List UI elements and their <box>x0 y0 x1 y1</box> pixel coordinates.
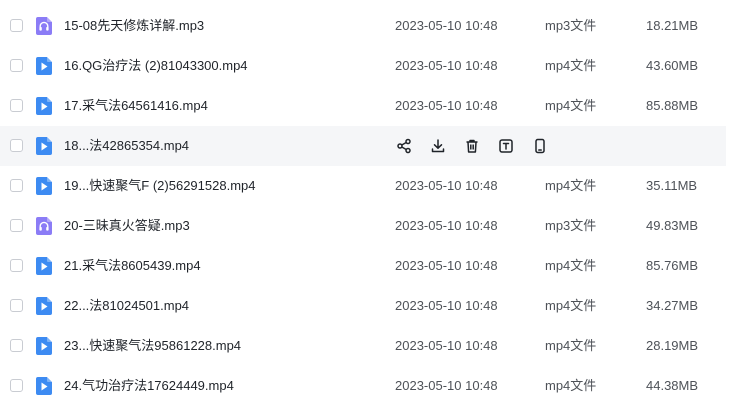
row-checkbox[interactable] <box>10 179 23 192</box>
video-file-icon <box>36 257 52 275</box>
file-date: 2023-05-10 10:48 <box>395 378 498 393</box>
file-name[interactable]: 18...法42865354.mp4 <box>64 138 189 154</box>
file-date: 2023-05-10 10:48 <box>395 58 498 73</box>
file-date: 2023-05-10 10:48 <box>395 218 498 233</box>
file-name[interactable]: 21.采气法8605439.mp4 <box>64 258 201 274</box>
file-date: 2023-05-10 10:48 <box>395 298 498 313</box>
file-row[interactable]: 17.采气法64561416.mp4 2023-05-10 10:48 mp4文件 8… <box>0 86 749 126</box>
file-row[interactable]: 21.采气法8605439.mp4 2023-05-10 10:48 mp4文件 85… <box>0 246 749 286</box>
file-date: 2023-05-10 10:48 <box>395 98 498 113</box>
file-size: 44.38MB <box>646 378 699 393</box>
row-checkbox[interactable] <box>10 19 23 32</box>
file-row[interactable]: 22...法81024501.mp4 2023-05-10 10:48 mp4文件 3… <box>0 286 749 326</box>
file-list: 15-08先天修炼详解.mp3 2023-05-10 10:48 mp3文件 18.2… <box>0 6 749 406</box>
file-size: 85.76MB <box>646 258 699 273</box>
row-checkbox[interactable] <box>10 299 23 312</box>
file-date: 2023-05-10 10:48 <box>395 18 498 33</box>
row-checkbox[interactable] <box>10 59 23 72</box>
file-type: mp4文件 <box>545 98 597 113</box>
file-type: mp4文件 <box>545 258 597 273</box>
file-type: mp4文件 <box>545 338 597 353</box>
file-name[interactable]: 20-三昧真火答疑.mp3 <box>64 218 190 234</box>
file-date: 2023-05-10 10:48 <box>395 178 498 193</box>
file-name[interactable]: 24.气功治疗法17624449.mp4 <box>64 378 234 394</box>
download-icon[interactable] <box>429 137 447 155</box>
file-name[interactable]: 15-08先天修炼详解.mp3 <box>64 18 204 34</box>
audio-file-icon <box>36 217 52 235</box>
file-type: mp3文件 <box>545 218 597 233</box>
mobile-icon[interactable] <box>531 137 549 155</box>
video-file-icon <box>36 97 52 115</box>
video-file-icon <box>36 177 52 195</box>
file-size: 49.83MB <box>646 218 699 233</box>
file-name[interactable]: 17.采气法64561416.mp4 <box>64 98 208 114</box>
row-checkbox[interactable] <box>10 139 23 152</box>
file-size: 85.88MB <box>646 98 699 113</box>
file-name[interactable]: 16.QG治疗法 (2)81043300.mp4 <box>64 58 248 74</box>
file-name[interactable]: 19...快速聚气F (2)56291528.mp4 <box>64 178 255 194</box>
file-row[interactable]: 19...快速聚气F (2)56291528.mp4 2023-05-10 10:… <box>0 166 749 206</box>
file-row[interactable]: 18...法42865354.mp4 <box>0 126 726 166</box>
video-file-icon <box>36 137 52 155</box>
file-size: 43.60MB <box>646 58 699 73</box>
row-checkbox[interactable] <box>10 379 23 392</box>
file-type: mp3文件 <box>545 18 597 33</box>
file-type: mp4文件 <box>545 378 597 393</box>
file-size: 35.11MB <box>646 178 698 193</box>
file-row[interactable]: 23...快速聚气法95861228.mp4 2023-05-10 10:48 mp… <box>0 326 749 366</box>
row-checkbox[interactable] <box>10 99 23 112</box>
row-checkbox[interactable] <box>10 339 23 352</box>
file-date: 2023-05-10 10:48 <box>395 338 498 353</box>
share-icon[interactable] <box>395 137 413 155</box>
audio-file-icon <box>36 17 52 35</box>
file-row[interactable]: 24.气功治疗法17624449.mp4 2023-05-10 10:48 mp4文… <box>0 366 749 406</box>
file-name[interactable]: 22...法81024501.mp4 <box>64 298 189 314</box>
file-name[interactable]: 23...快速聚气法95861228.mp4 <box>64 338 241 354</box>
file-size: 34.27MB <box>646 298 699 313</box>
file-row[interactable]: 20-三昧真火答疑.mp3 2023-05-10 10:48 mp3文件 49.83M… <box>0 206 749 246</box>
file-size: 18.21MB <box>646 18 699 33</box>
delete-icon[interactable] <box>463 137 481 155</box>
file-type: mp4文件 <box>545 298 597 313</box>
row-checkbox[interactable] <box>10 219 23 232</box>
file-type: mp4文件 <box>545 178 597 193</box>
text-info-icon[interactable] <box>497 137 515 155</box>
file-type: mp4文件 <box>545 58 597 73</box>
file-row[interactable]: 16.QG治疗法 (2)81043300.mp4 2023-05-10 10:48… <box>0 46 749 86</box>
video-file-icon <box>36 297 52 315</box>
row-checkbox[interactable] <box>10 259 23 272</box>
file-row[interactable]: 15-08先天修炼详解.mp3 2023-05-10 10:48 mp3文件 18.2… <box>0 6 749 46</box>
file-date: 2023-05-10 10:48 <box>395 258 498 273</box>
video-file-icon <box>36 377 52 395</box>
video-file-icon <box>36 337 52 355</box>
file-size: 28.19MB <box>646 338 699 353</box>
video-file-icon <box>36 57 52 75</box>
